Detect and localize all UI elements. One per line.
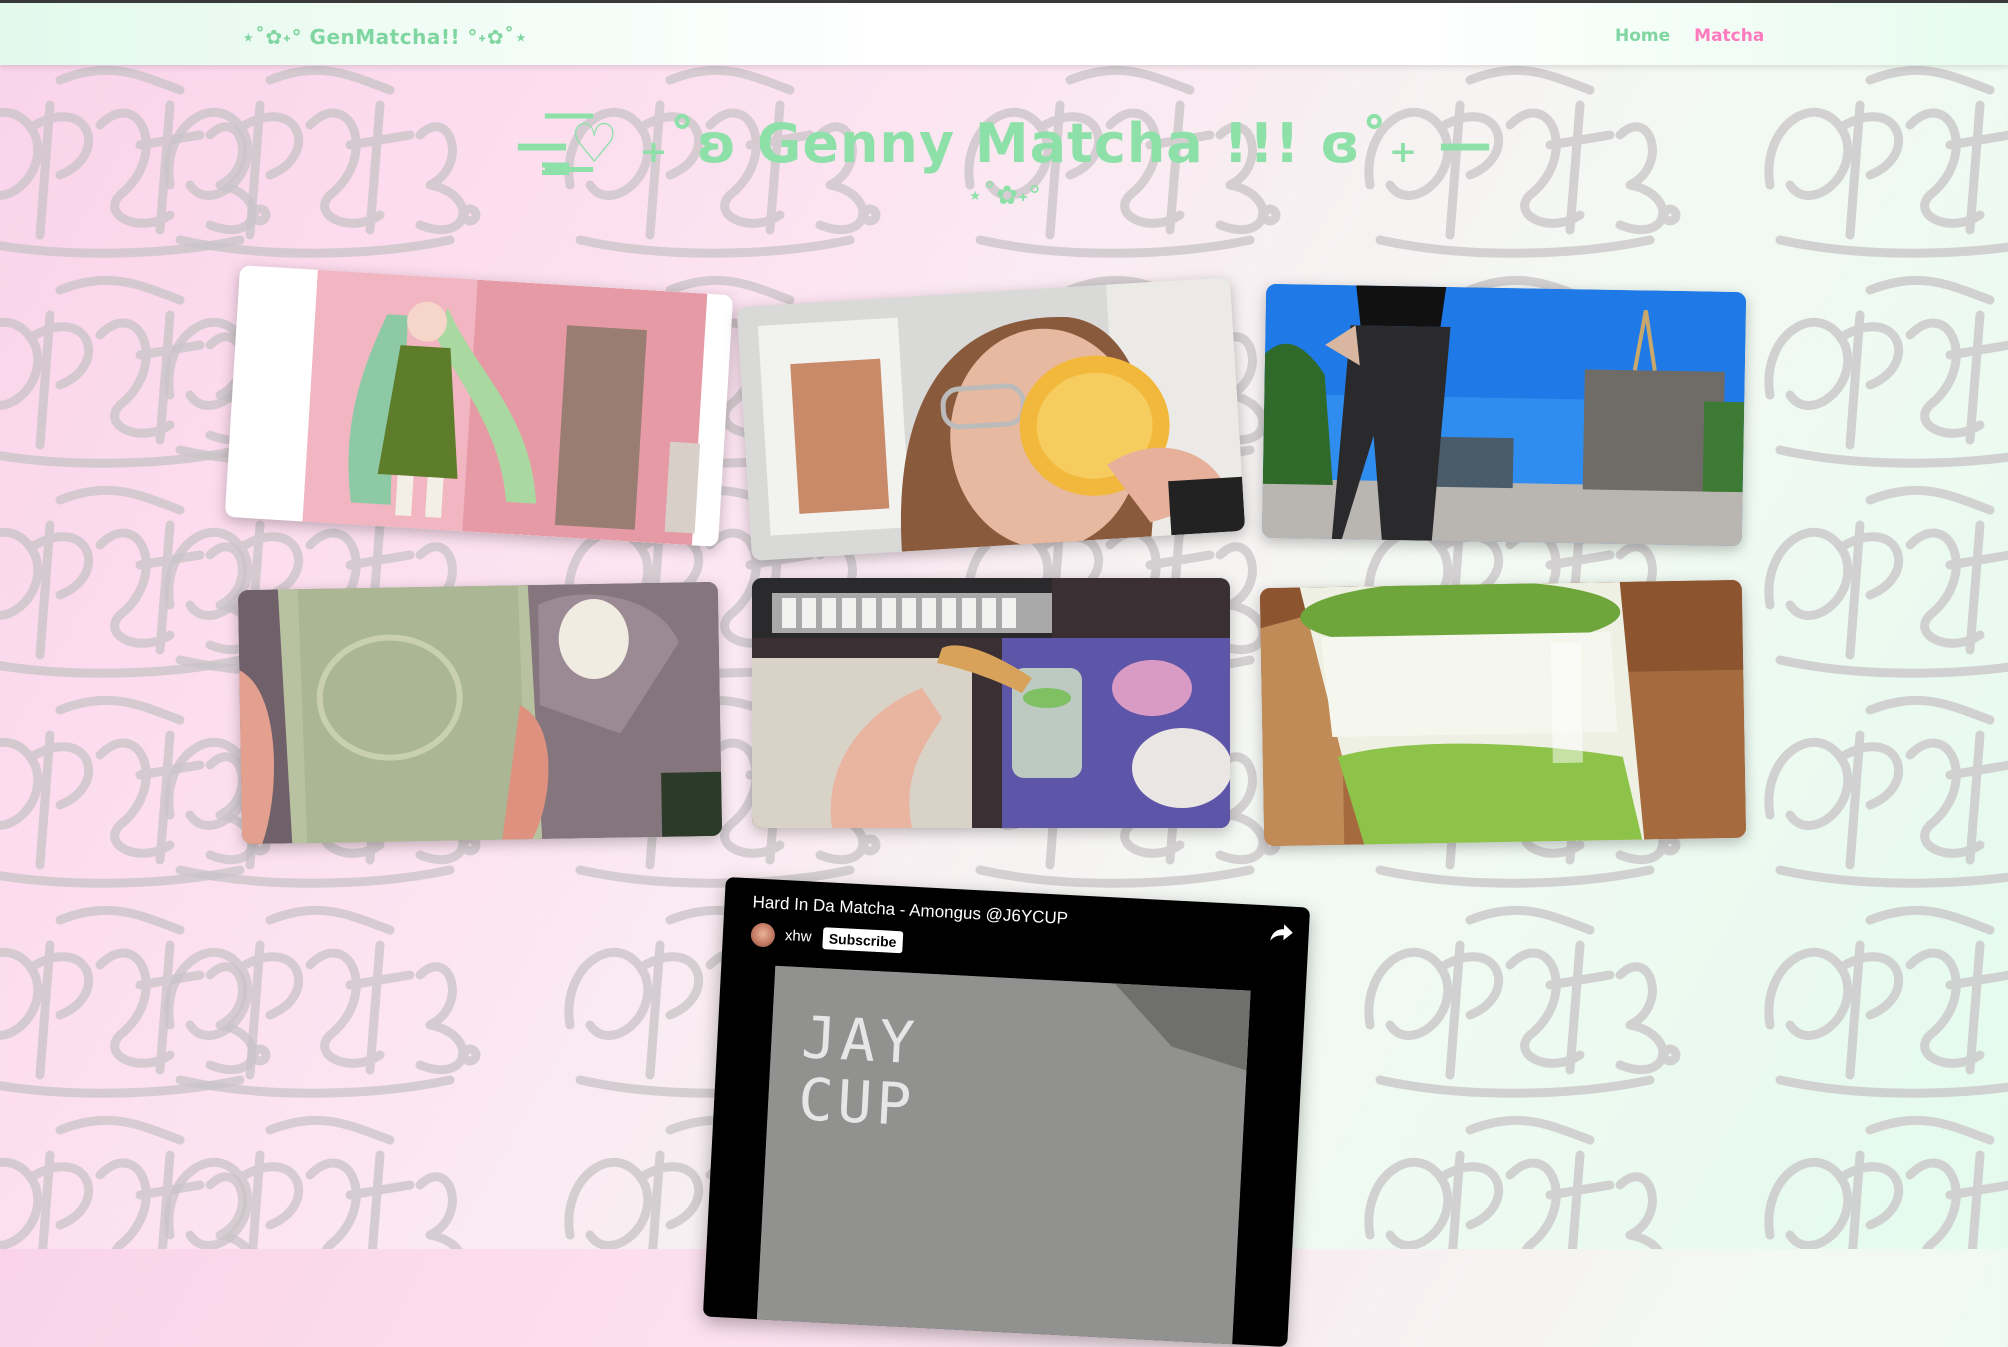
page-subtitle: ⋆˚✿˖° [966, 181, 1042, 211]
video-thumbnail[interactable]: JAY CUP [756, 965, 1251, 1347]
navbar: ⋆˚✿˖° GenMatcha!! °˖✿˚⋆ Home Matcha [0, 3, 2008, 65]
share-icon[interactable] [1269, 922, 1294, 943]
youtube-embed[interactable]: Hard In Da Matcha - Amongus @J6YCUP xhw … [702, 876, 1311, 1347]
photo-skatepark[interactable] [1261, 283, 1747, 547]
nav-links: Home Matcha [1615, 26, 1764, 46]
photo-matcha-bottle[interactable] [237, 581, 723, 845]
nav-link-home[interactable]: Home [1615, 26, 1670, 46]
photo-drinking-cup[interactable] [736, 277, 1246, 561]
photo-matcha-jar[interactable] [1259, 579, 1747, 847]
subscribe-button[interactable]: Subscribe [822, 927, 904, 954]
video-title[interactable]: Hard In Da Matcha - Amongus @J6YCUP [752, 892, 1068, 929]
page-title: —̳͟͞͞♡ ₊˚ʚ Genny Matcha !!! ɞ˚₊ — [514, 112, 1493, 175]
nav-link-matcha[interactable]: Matcha [1694, 26, 1764, 46]
photo-biscotti-keyboard[interactable] [752, 578, 1230, 828]
page-header: —̳͟͞͞♡ ₊˚ʚ Genny Matcha !!! ɞ˚₊ — ⋆˚✿˖° [0, 112, 2008, 211]
channel-name[interactable]: xhw [784, 927, 812, 945]
thumbnail-text-line-2: CUP [797, 1065, 917, 1139]
channel-avatar[interactable] [750, 922, 776, 948]
photo-miku-figure[interactable] [224, 265, 734, 547]
site-brand[interactable]: ⋆˚✿˖° GenMatcha!! °˖✿˚⋆ [242, 25, 528, 49]
